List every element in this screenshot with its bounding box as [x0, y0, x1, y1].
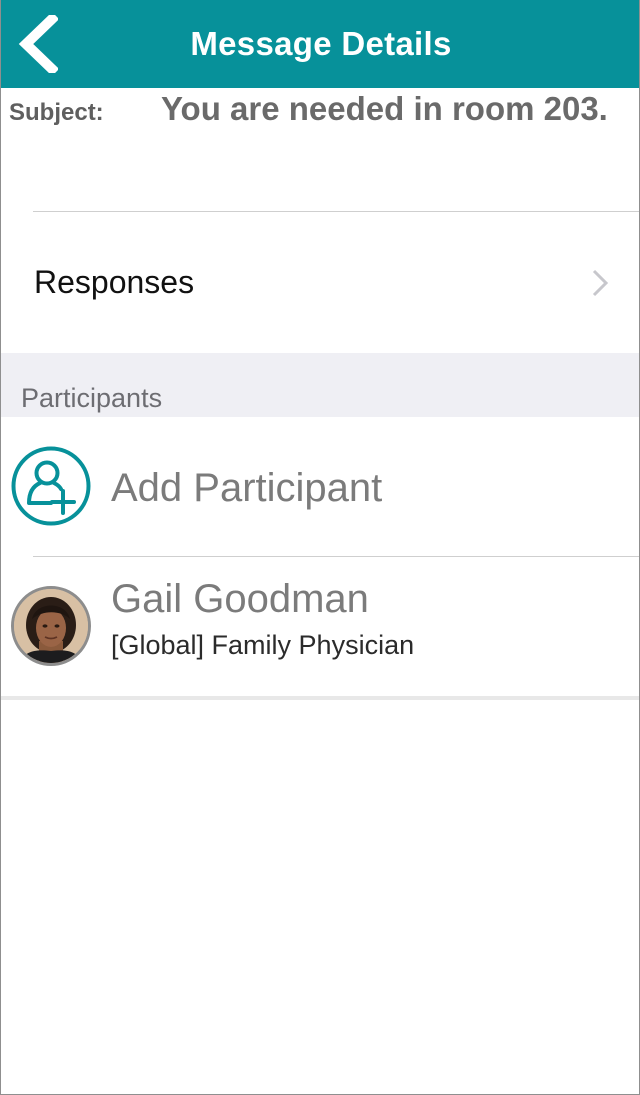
subject-value: You are needed in room 203.: [161, 90, 608, 127]
section-title: Participants: [21, 383, 163, 413]
participant-row[interactable]: Gail Goodman [Global] Family Physician: [1, 557, 639, 696]
add-person-icon: [11, 446, 91, 526]
subject-label: Subject:: [9, 99, 104, 126]
responses-label: Responses: [34, 264, 195, 300]
add-participant-row[interactable]: Add Participant: [1, 418, 639, 556]
participant-name: Gail Goodman: [111, 577, 369, 621]
add-participant-label: Add Participant: [111, 466, 383, 510]
chevron-right-icon: [592, 269, 609, 297]
person-photo-icon: [14, 589, 88, 663]
navigation-bar: Message Details: [1, 0, 639, 88]
message-details-screen: Message Details Subject: You are needed …: [0, 0, 640, 1095]
page-title: Message Details: [190, 25, 452, 62]
responses-row[interactable]: Responses: [1, 212, 639, 352]
divider: [1, 696, 639, 700]
participant-role: [Global] Family Physician: [111, 630, 415, 660]
avatar: [11, 586, 91, 666]
participants-section-header: Participants: [1, 353, 639, 417]
chevron-left-icon: [18, 15, 58, 73]
back-button[interactable]: [11, 12, 65, 76]
